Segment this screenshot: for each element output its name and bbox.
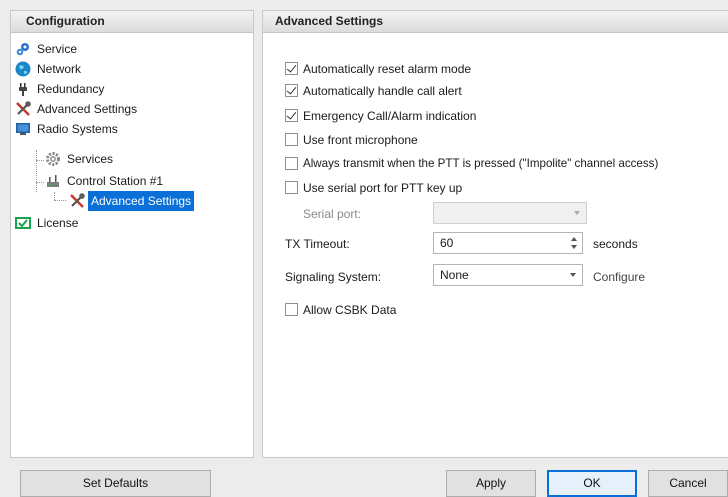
tree-item-label: License: [37, 216, 79, 230]
globe-icon: [15, 61, 31, 77]
tree-item-label: Network: [37, 62, 82, 76]
tools-icon: [15, 101, 31, 117]
tree-line: [36, 160, 44, 161]
tree-item-label: Service: [37, 42, 78, 56]
tx-timeout-value: 60: [440, 236, 454, 250]
chevron-down-icon: [574, 211, 580, 215]
tree-item-label: Redundancy: [37, 82, 105, 96]
checkbox-label: Always transmit when the PTT is pressed …: [303, 157, 659, 170]
tree-line: [54, 192, 55, 200]
serial-port-label: Serial port:: [303, 207, 362, 221]
radio-station-icon: [45, 173, 61, 189]
checkbox-box[interactable]: [285, 133, 298, 146]
tools-icon: [69, 193, 85, 209]
tree-item-label: Control Station #1: [67, 174, 164, 188]
checkbox-label: Allow CSBK Data: [303, 303, 397, 317]
checkbox-box[interactable]: [285, 181, 298, 194]
checkbox-label: Automatically handle call alert: [303, 84, 462, 98]
tx-timeout-label: TX Timeout:: [285, 237, 350, 251]
checkbox-label: Use front microphone: [303, 133, 418, 147]
configuration-panel: Configuration Service Network Redundancy…: [10, 10, 254, 458]
configure-link[interactable]: Configure: [593, 270, 645, 284]
signaling-system-value: None: [440, 268, 469, 282]
checkbox-box[interactable]: [285, 62, 298, 75]
cancel-button[interactable]: Cancel: [648, 470, 728, 497]
checkbox-box[interactable]: [285, 157, 298, 170]
tx-timeout-stepper[interactable]: 60: [433, 232, 583, 254]
gear-cluster-icon: [15, 41, 31, 57]
signaling-system-dropdown[interactable]: None: [433, 264, 583, 286]
advanced-settings-panel: Advanced Settings Automatically reset al…: [262, 10, 728, 458]
checkbox-box[interactable]: [285, 303, 298, 316]
checkbox-box[interactable]: [285, 109, 298, 122]
gear-icon: [45, 151, 61, 167]
tree-item-label: Radio Systems: [37, 122, 118, 136]
configuration-header: Configuration: [11, 11, 253, 33]
tree-line: [54, 200, 66, 201]
tree-item-label: Advanced Settings: [88, 191, 195, 211]
license-icon: [15, 215, 31, 231]
set-defaults-button[interactable]: Set Defaults: [20, 470, 211, 497]
tree-item-label: Advanced Settings: [37, 102, 138, 116]
tree-line: [36, 182, 44, 183]
checkbox-label: Emergency Call/Alarm indication: [303, 109, 477, 123]
serial-port-dropdown[interactable]: [433, 202, 587, 224]
checkbox-label: Automatically reset alarm mode: [303, 62, 472, 76]
tx-timeout-unit: seconds: [593, 237, 638, 251]
checkbox-label: Use serial port for PTT key up: [303, 181, 463, 195]
tree-line: [36, 150, 37, 192]
plug-icon: [15, 81, 31, 97]
ok-button[interactable]: OK: [547, 470, 637, 497]
apply-button[interactable]: Apply: [446, 470, 536, 497]
spin-arrows-icon[interactable]: [570, 235, 578, 251]
tree-item-label: Services: [67, 152, 114, 166]
chevron-down-icon: [570, 273, 576, 277]
advanced-settings-header: Advanced Settings: [263, 11, 728, 33]
signaling-system-label: Signaling System:: [285, 270, 382, 284]
checkbox-box[interactable]: [285, 84, 298, 97]
monitor-icon: [15, 121, 31, 137]
